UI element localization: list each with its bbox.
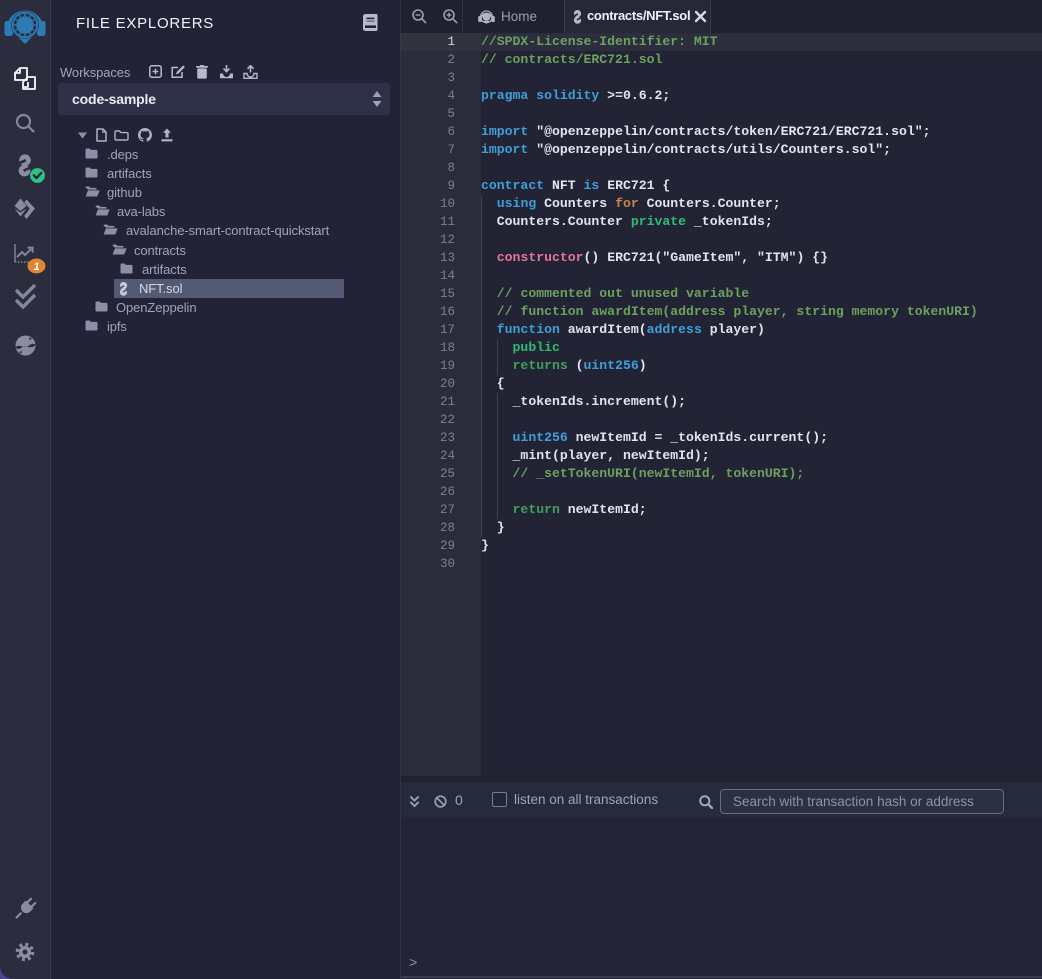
svg-text:1: 1 [33, 261, 39, 273]
